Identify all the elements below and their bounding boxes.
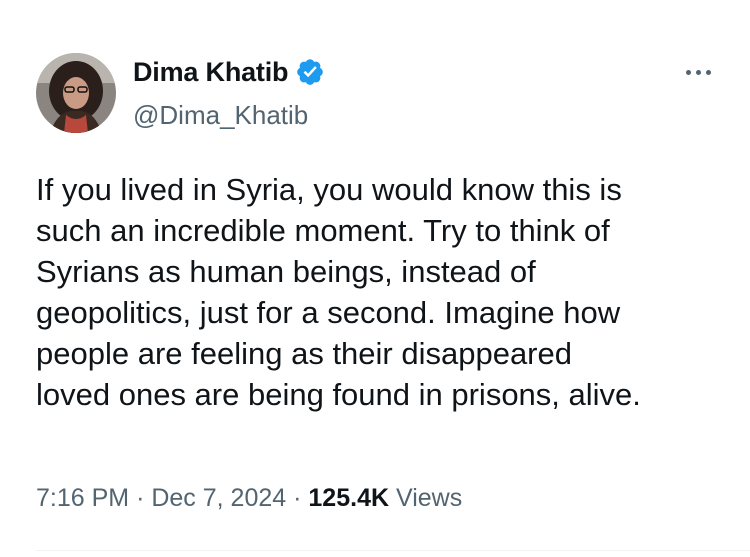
tweet-text: If you lived in Syria, you would know th… [36, 169, 736, 415]
tweet-date[interactable]: Dec 7, 2024 [151, 484, 286, 512]
verified-badge-icon [297, 59, 324, 85]
tweet-text-line: Syrians as human beings, instead of [36, 254, 536, 289]
author-handle[interactable]: @Dima_Khatib [133, 100, 308, 130]
author-name-row: Dima Khatib [133, 56, 325, 88]
avatar[interactable] [36, 53, 116, 133]
more-dot [685, 69, 691, 75]
avatar-image [36, 53, 116, 133]
author-display-name[interactable]: Dima Khatib [133, 56, 289, 88]
views-label: Views [395, 484, 463, 512]
tweet-text-line: people are feeling as their disappeared [36, 336, 572, 371]
tweet-text-line: geopolitics, just for a second. Imagine … [36, 295, 621, 330]
tweet-time[interactable]: 7:16 PM [36, 484, 129, 512]
tweet-meta: 7:16 PM · Dec 7, 2024 · 125.4K Views [36, 482, 462, 514]
tweet-text-line: such an incredible moment. Try to think … [36, 213, 610, 248]
tweet-text-line: If you lived in Syria, you would know th… [36, 172, 622, 207]
more-dot [705, 69, 711, 75]
meta-separator: · [136, 484, 145, 512]
tweet-text-line: loved ones are being found in prisons, a… [36, 377, 641, 412]
views-count[interactable]: 125.4K [308, 484, 389, 512]
more-options-icon[interactable] [678, 64, 718, 80]
meta-separator: · [293, 484, 302, 512]
tweet-card: Dima Khatib @Dima_Khatib If you lived in… [0, 0, 750, 557]
divider [36, 550, 750, 551]
more-dot [695, 69, 701, 75]
